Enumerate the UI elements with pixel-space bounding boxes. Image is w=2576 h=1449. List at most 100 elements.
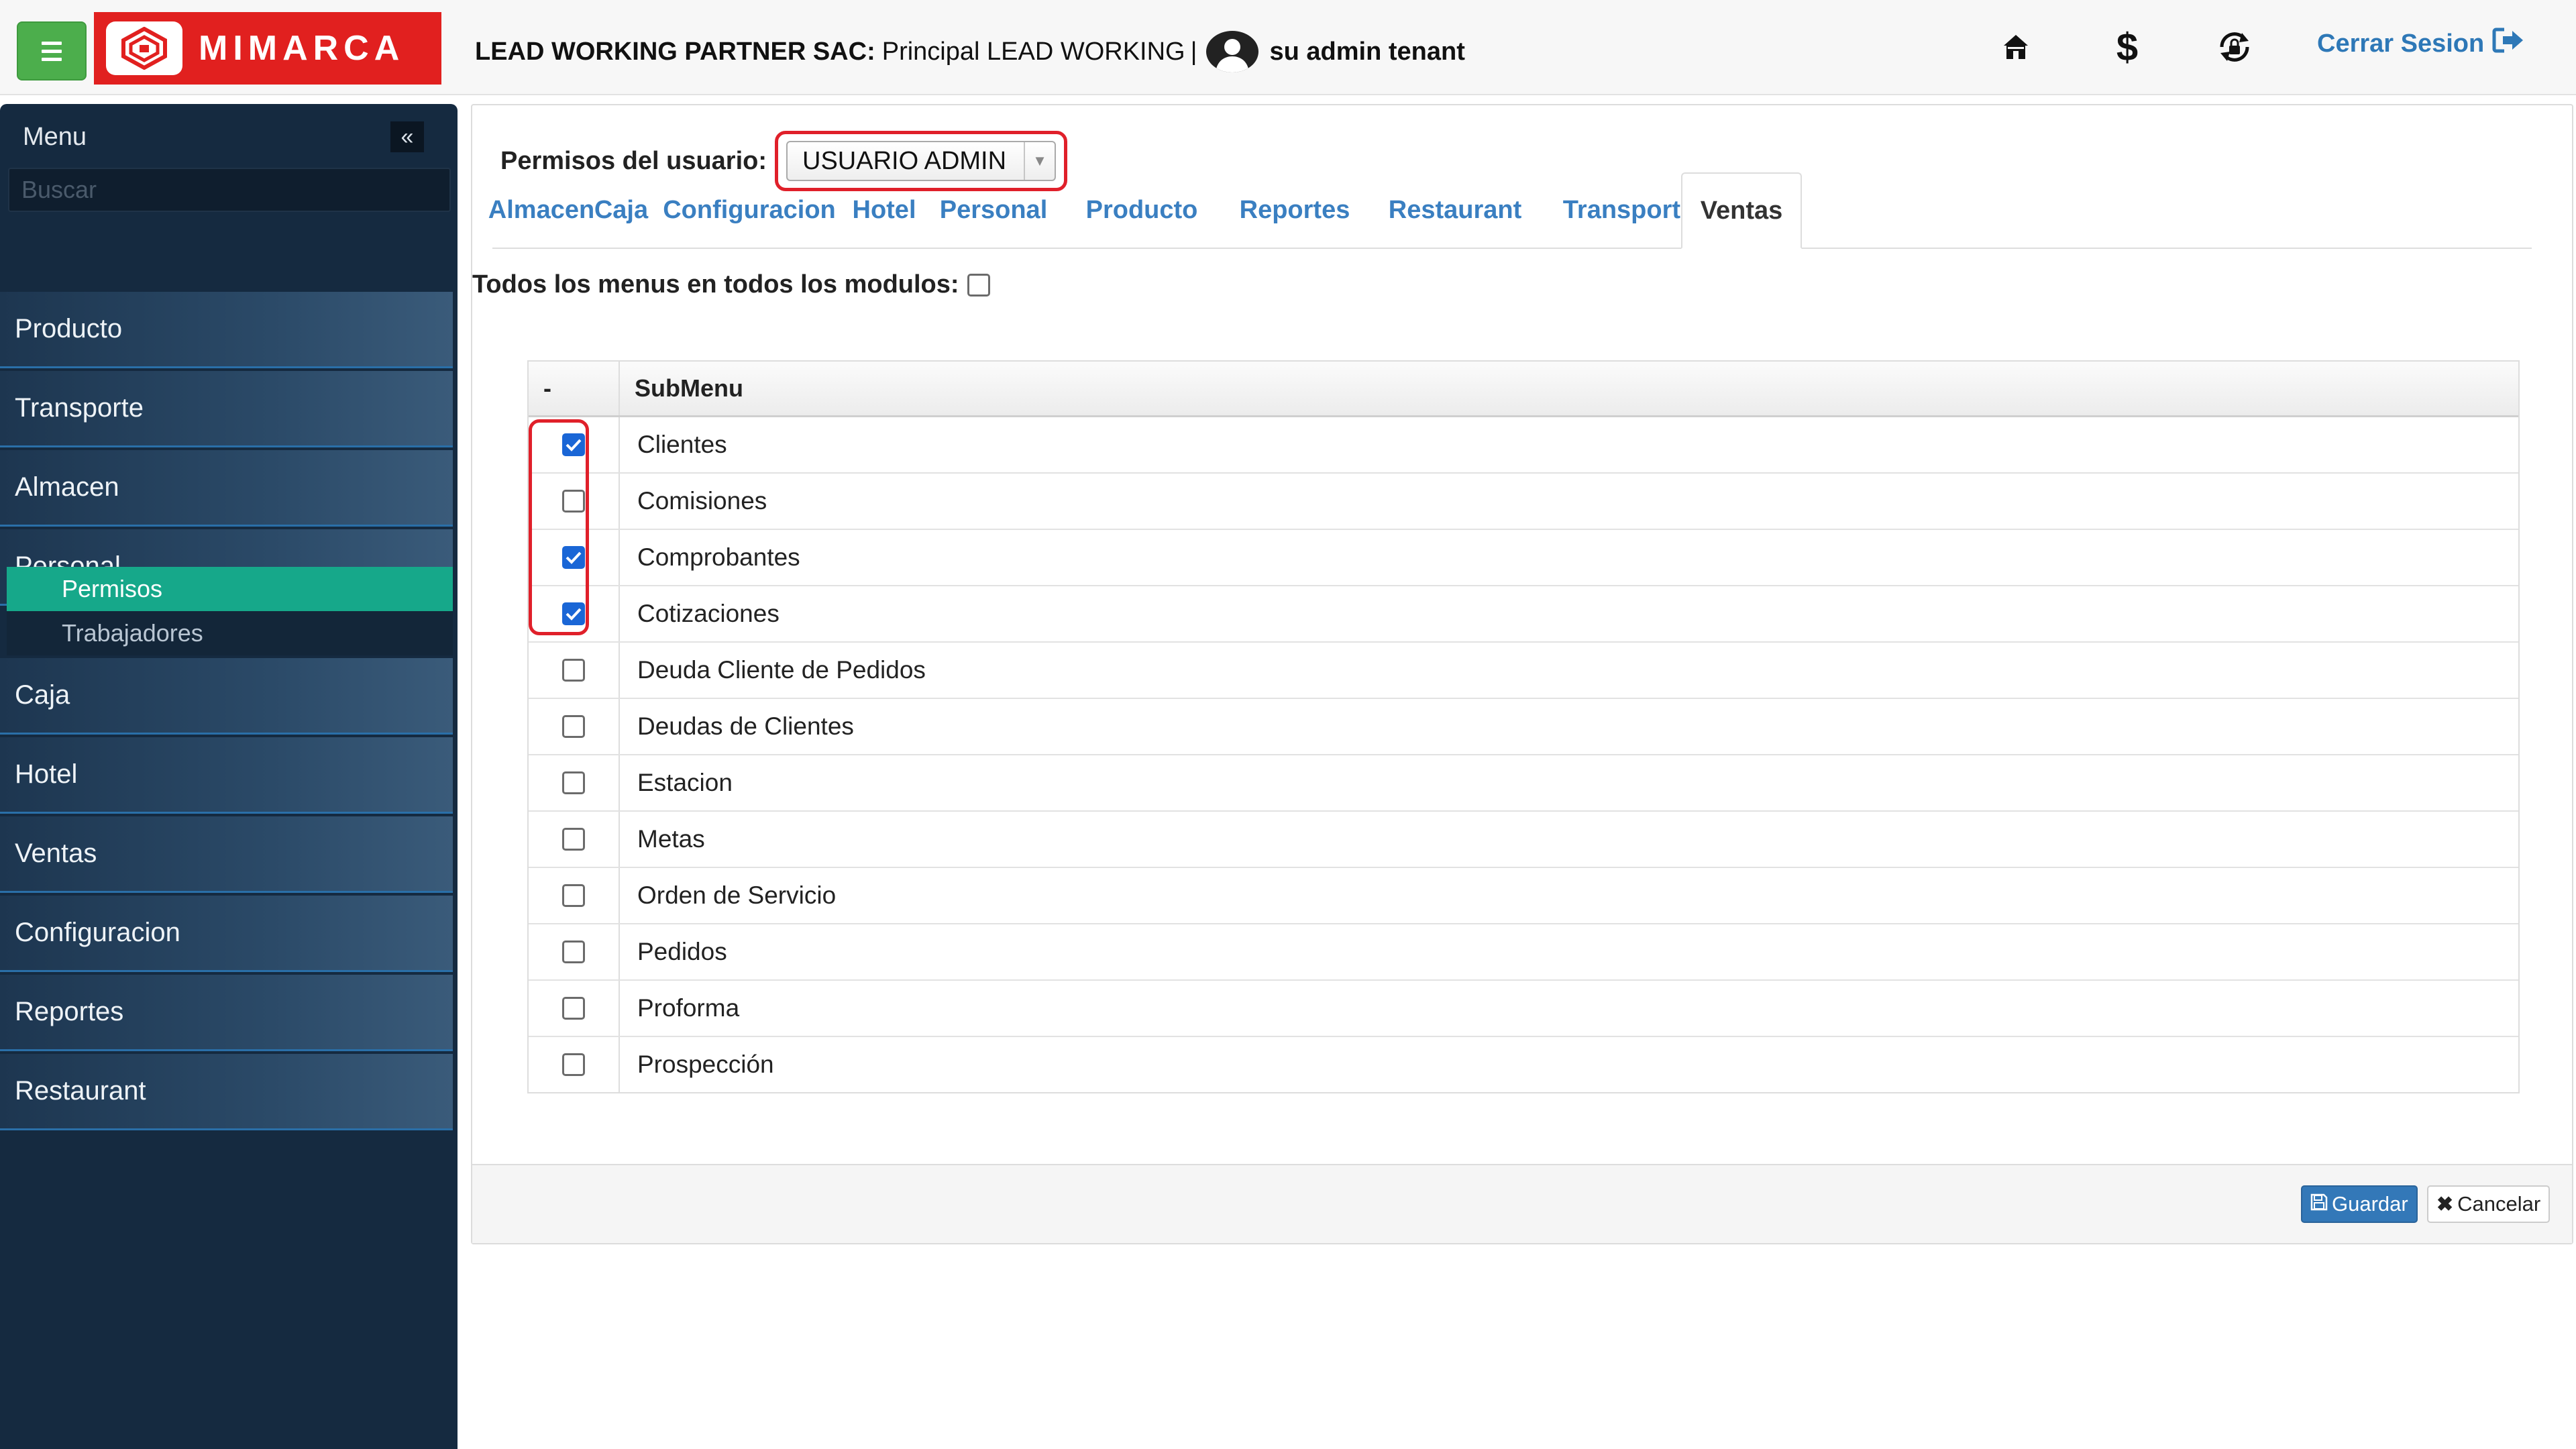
header-title: LEAD WORKING PARTNER SAC: Principal LEAD… [475,31,1465,72]
permissions-panel: Permisos del usuario: USUARIO ADMIN ▼ Al… [471,104,2573,1244]
sidebar-item-hotel[interactable]: Hotel [0,737,453,814]
submenu-checkbox[interactable] [562,490,585,513]
submenu-checkbox[interactable] [562,433,585,456]
dollar-icon[interactable]: $ [2110,25,2144,69]
table-row: Cotizaciones [529,586,2518,643]
row-check-cell [529,1037,620,1092]
logout-link[interactable]: Cerrar Sesion [2317,27,2526,60]
row-check-cell [529,417,620,472]
submenu-name: Metas [637,825,705,853]
sidebar-item-almacen[interactable]: Almacen [0,450,453,527]
submenu-name: Deudas de Clientes [637,712,854,740]
submenu-name: Estacion [637,769,733,796]
submenu-name: Deuda Cliente de Pedidos [637,656,926,684]
table-row: Proforma [529,981,2518,1037]
sidebar-title: Menu [23,123,87,151]
panel-footer: Guardar ✖ Cancelar [472,1164,2572,1243]
row-check-cell [529,643,620,698]
tab-ventas[interactable]: Ventas [1681,172,1802,249]
sidebar-item-ventas[interactable]: Ventas [0,816,453,893]
submenu-checkbox[interactable] [562,771,585,794]
sidebar-item-caja[interactable]: Caja [0,658,453,735]
user-select-value: USUARIO ADMIN [802,146,1007,175]
submenu-checkbox[interactable] [562,828,585,851]
sidebar-subitem-trabajadores[interactable]: Trabajadores [7,611,453,655]
table-row: Prospección [529,1037,2518,1092]
personal-submenu: Permisos Trabajadores [7,567,453,655]
table-row: Estacion [529,755,2518,812]
row-check-cell [529,474,620,529]
submenu-name: Orden de Servicio [637,881,837,909]
save-button[interactable]: Guardar [2301,1185,2418,1223]
company-name: LEAD WORKING PARTNER SAC: [475,37,875,66]
row-check-cell [529,868,620,923]
sidebar-item-reportes[interactable]: Reportes [0,975,453,1051]
submenu-checkbox[interactable] [562,884,585,907]
tab-reportes[interactable]: Reportes [1218,172,1371,248]
table-row: Comisiones [529,474,2518,530]
home-icon[interactable] [1999,27,2033,67]
header-submenu-column[interactable]: SubMenu [620,362,2518,415]
submenu-checkbox[interactable] [562,659,585,682]
branch-name: Principal LEAD WORKING [881,37,1185,66]
top-bar: MIMARCA LEAD WORKING PARTNER SAC: Princi… [0,0,2576,95]
permissions-label: Permisos del usuario: [500,146,767,175]
header-separator: | [1190,37,1197,66]
submenu-checkbox[interactable] [562,941,585,963]
row-check-cell [529,812,620,867]
tab-producto[interactable]: Producto [1065,172,1218,248]
save-label: Guardar [2332,1192,2408,1216]
tab-personal[interactable]: Personal [922,172,1065,248]
table-row: Deuda Cliente de Pedidos [529,643,2518,699]
tab-hotel[interactable]: Hotel [847,172,922,248]
submenu-name: Comisiones [637,487,767,515]
logout-label: Cerrar Sesion [2317,29,2485,58]
all-menus-checkbox[interactable] [967,273,990,297]
submenu-name: Proforma [637,994,740,1022]
submenu-checkbox[interactable] [562,715,585,738]
table-row: Comprobantes [529,530,2518,586]
table-row: Orden de Servicio [529,868,2518,924]
sidebar-item-transporte[interactable]: Transporte [0,371,453,447]
logo-mark-icon [106,21,182,75]
collapse-sidebar-button[interactable]: « [390,121,424,152]
all-menus-row: Todos los menus en todos los modulos: [472,270,990,299]
sign-out-icon [2492,27,2526,60]
tab-caja[interactable]: Caja [590,172,652,248]
lock-refresh-icon[interactable] [2214,27,2255,67]
logo-text: MIMARCA [199,29,405,68]
sidebar-item-restaurant[interactable]: Restaurant [0,1054,453,1130]
sidebar-subitem-permisos[interactable]: Permisos [7,567,453,611]
row-check-cell [529,699,620,754]
username[interactable]: su admin tenant [1269,38,1464,66]
tab-configuracion[interactable]: Configuracion [652,172,847,248]
table-body: Clientes Comisiones Comprobantes Cotizacion… [529,417,2518,1092]
header-check-column: - [529,362,620,415]
table-row: Pedidos [529,924,2518,981]
brand-logo[interactable]: MIMARCA [94,12,441,85]
submenu-checkbox[interactable] [562,1053,585,1076]
submenu-checkbox[interactable] [562,997,585,1020]
table-row: Clientes [529,417,2518,474]
user-avatar-icon[interactable] [1206,31,1259,72]
submenu-name: Prospección [637,1051,774,1078]
module-tabs: Almacen Caja Configuracion Hotel Persona… [488,172,2532,249]
tab-restaurant[interactable]: Restaurant [1371,172,1539,248]
row-check-cell [529,755,620,810]
submenu-name: Cotizaciones [637,600,780,627]
cancel-button[interactable]: ✖ Cancelar [2427,1185,2551,1223]
sidebar-search-input[interactable] [8,168,451,212]
sidebar-item-producto[interactable]: Producto [0,292,453,368]
submenu-checkbox[interactable] [562,546,585,569]
row-check-cell [529,586,620,641]
table-row: Deudas de Clientes [529,699,2518,755]
row-check-cell [529,530,620,585]
sidebar: Menu « Producto Transporte Almacen Perso… [0,104,458,1449]
hamburger-menu-button[interactable] [17,21,87,80]
table-row: Metas [529,812,2518,868]
submenu-checkbox[interactable] [562,602,585,625]
submenu-name: Comprobantes [637,543,800,571]
sidebar-header: Menu « [0,104,458,168]
tab-almacen[interactable]: Almacen [488,172,594,248]
sidebar-item-configuracion[interactable]: Configuracion [0,896,453,972]
